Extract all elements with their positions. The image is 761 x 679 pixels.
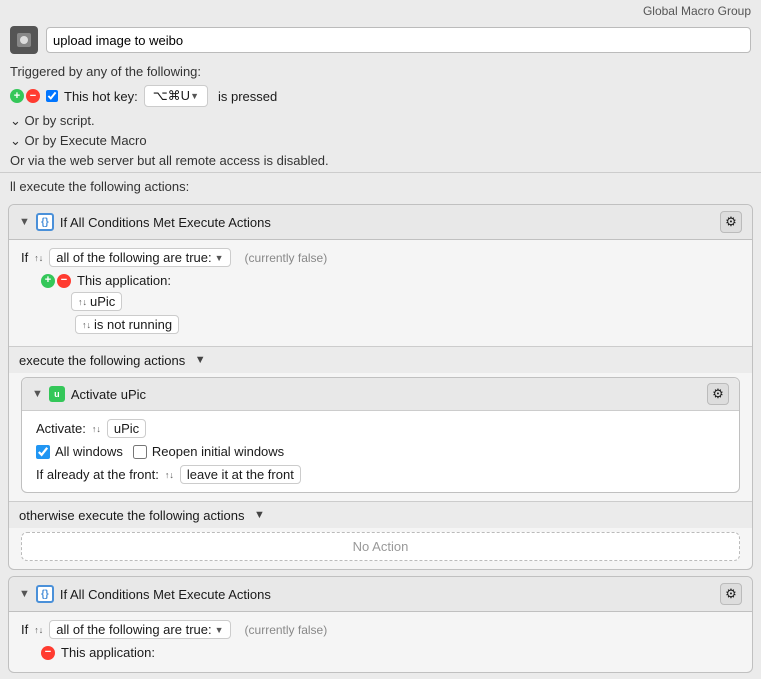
condition-curly-icon-2: {}: [36, 585, 54, 603]
condition-title-2: If All Conditions Met Execute Actions: [60, 587, 271, 602]
reopen-initial-checkbox-item: Reopen initial windows: [133, 444, 284, 459]
condition-collapse-chevron[interactable]: ▼: [19, 216, 30, 228]
all-of-select-1[interactable]: all of the following are true: ▼: [49, 248, 230, 267]
macro-title-row: [0, 20, 761, 60]
reopen-initial-label: Reopen initial windows: [152, 444, 284, 459]
not-running-select[interactable]: ↑↓ is not running: [75, 315, 179, 334]
if-label-1: If: [21, 250, 28, 265]
execute-actions-row: execute the following actions ▼: [9, 346, 752, 373]
execute-actions-label: execute the following actions: [19, 353, 185, 368]
or-execute-macro-row: ⌄ Or by Execute Macro: [0, 131, 761, 151]
triggered-label: Triggered by any of the following:: [0, 60, 761, 81]
condition-block-1: ▼ {} If All Conditions Met Execute Actio…: [8, 204, 753, 570]
condition-block-2: ▼ {} If All Conditions Met Execute Actio…: [8, 576, 753, 673]
hotkey-checkbox[interactable]: [46, 90, 58, 102]
already-front-row: If already at the front: ↑↓ leave it at …: [36, 465, 725, 484]
condition-header-1: ▼ {} If All Conditions Met Execute Actio…: [9, 205, 752, 240]
condition-gear-button-1[interactable]: ⚙: [720, 211, 742, 233]
app-status-row: ↑↓ is not running: [21, 315, 740, 334]
activate-app-select[interactable]: uPic: [107, 419, 146, 438]
activate-header: ▼ u Activate uPic ⚙: [22, 378, 739, 411]
this-application-label-2: This application:: [61, 645, 155, 660]
no-action-label: No Action: [353, 539, 409, 554]
activate-upic-block: ▼ u Activate uPic ⚙ Activate: ↑↓ uPic Al…: [21, 377, 740, 493]
if-label-2: If: [21, 622, 28, 637]
app-name-select[interactable]: ↑↓ uPic: [71, 292, 122, 311]
activate-chevron[interactable]: ↑↓: [92, 424, 101, 434]
add-condition-button[interactable]: +: [41, 274, 55, 288]
already-front-label: If already at the front:: [36, 467, 159, 482]
activate-gear-button[interactable]: ⚙: [707, 383, 729, 405]
hotkey-label: This hot key:: [64, 89, 138, 104]
condition-title-1: If All Conditions Met Execute Actions: [60, 215, 271, 230]
all-windows-checkbox[interactable]: [36, 445, 50, 459]
already-front-chevron[interactable]: ↑↓: [165, 470, 174, 480]
web-server-note: Or via the web server but all remote acc…: [0, 151, 761, 173]
upic-app-icon: u: [49, 386, 65, 402]
condition-curly-icon: {}: [36, 213, 54, 231]
app-condition-row: + − This application:: [21, 273, 740, 288]
macro-icon: [10, 26, 38, 54]
otherwise-label: otherwise execute the following actions: [19, 508, 244, 523]
app-name-row: ↑↓ uPic: [21, 292, 740, 311]
global-macro-group-label: Global Macro Group: [643, 4, 751, 18]
hotkey-key-display[interactable]: ⌥⌘U ▼: [144, 85, 208, 107]
otherwise-dropdown[interactable]: ▼: [250, 506, 268, 524]
or-by-script-row: ⌄ Or by script.: [0, 111, 761, 131]
all-of-select-2[interactable]: all of the following are true: ▼: [49, 620, 230, 639]
condition-body-1: If ↑↓ all of the following are true: ▼ (…: [9, 240, 752, 346]
remove-hotkey-button[interactable]: −: [26, 89, 40, 103]
otherwise-row: otherwise execute the following actions …: [9, 501, 752, 528]
if-chevron-1[interactable]: ↑↓: [34, 253, 43, 263]
execute-dropdown[interactable]: ▼: [191, 351, 209, 369]
activate-label: Activate:: [36, 421, 86, 436]
remove-condition-button[interactable]: −: [57, 274, 71, 288]
if-chevron-2[interactable]: ↑↓: [34, 625, 43, 635]
activate-body: Activate: ↑↓ uPic All windows Reopen ini…: [22, 411, 739, 492]
will-execute-label: ll execute the following actions:: [0, 173, 761, 198]
all-windows-checkbox-item: All windows: [36, 444, 123, 459]
app-condition-row-2: − This application:: [21, 645, 740, 660]
currently-false-1: (currently false): [245, 251, 328, 265]
is-pressed-label: is pressed: [218, 89, 277, 104]
remove-condition-button-2[interactable]: −: [41, 646, 55, 660]
reopen-initial-checkbox[interactable]: [133, 445, 147, 459]
all-windows-label: All windows: [55, 444, 123, 459]
condition-header-2: ▼ {} If All Conditions Met Execute Actio…: [9, 577, 752, 612]
activate-title: Activate uPic: [71, 387, 146, 402]
condition-collapse-chevron-2[interactable]: ▼: [19, 588, 30, 600]
condition-gear-button-2[interactable]: ⚙: [720, 583, 742, 605]
currently-false-2: (currently false): [245, 623, 328, 637]
this-application-label: This application:: [77, 273, 171, 288]
add-hotkey-button[interactable]: +: [10, 89, 24, 103]
condition-body-2: If ↑↓ all of the following are true: ▼ (…: [9, 612, 752, 672]
no-action-block: No Action: [21, 532, 740, 561]
hotkey-row: + − This hot key: ⌥⌘U ▼ is pressed: [0, 81, 761, 111]
macro-title-input[interactable]: [46, 27, 751, 53]
leave-at-front-select[interactable]: leave it at the front: [180, 465, 301, 484]
activate-collapse-chevron[interactable]: ▼: [32, 388, 43, 400]
